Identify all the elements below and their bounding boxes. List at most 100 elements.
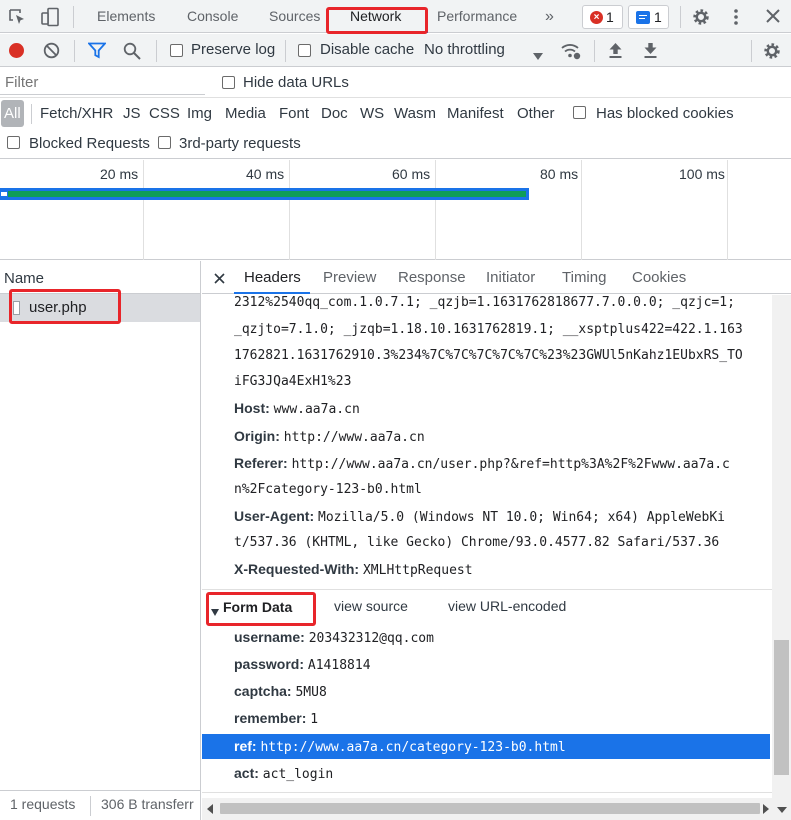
request-details: Headers Preview Response Initiator Timin… [202, 261, 791, 820]
import-har-icon[interactable] [608, 42, 623, 59]
record-icon[interactable] [9, 43, 24, 58]
message-count-badge[interactable]: 1 [628, 5, 669, 29]
name-header-label: Name [4, 270, 45, 287]
form-value: 5MU8 [295, 685, 327, 700]
header-x-requested-with: X-Requested-With: XMLHttpRequest [234, 561, 473, 578]
chevron-down-icon[interactable] [533, 47, 543, 60]
form-key: ref: [234, 738, 257, 754]
tab-elements[interactable]: Elements [97, 0, 155, 33]
timeline-overview[interactable]: 20 ms 40 ms 60 ms 80 ms 100 ms [0, 160, 791, 260]
request-count: 1 requests [10, 796, 76, 812]
header-value: http://www.aa7a.cn/user.php?&ref=http%3A… [291, 457, 730, 472]
timeline-bar-download [0, 191, 526, 197]
scroll-right-arrow-icon[interactable] [763, 804, 769, 814]
tab-response[interactable]: Response [398, 261, 466, 294]
timeline-gridline [289, 160, 290, 260]
disable-cache-label: Disable cache [320, 41, 415, 58]
hide-data-urls-checkbox[interactable] [222, 76, 235, 89]
type-filter-css[interactable]: CSS [149, 105, 180, 122]
view-url-encoded-link[interactable]: view URL-encoded [448, 598, 566, 614]
header-value: www.aa7a.cn [273, 402, 360, 417]
preserve-log-checkbox[interactable] [170, 44, 183, 57]
filter-bar: Hide data URLs [0, 68, 791, 98]
header-referer: Referer: http://www.aa7a.cn/user.php?&re… [234, 455, 730, 472]
filter-input[interactable] [0, 71, 205, 95]
clear-icon[interactable] [43, 42, 60, 59]
network-status-bar: 1 requests 306 B transferr [0, 790, 201, 820]
type-filter-all[interactable]: All [4, 105, 21, 122]
form-field-password: password: A1418814 [234, 656, 371, 673]
message-count: 1 [654, 9, 662, 25]
header-value-wrap: t/537.36 (KHTML, like Gecko) Chrome/93.0… [234, 535, 720, 550]
tab-sources[interactable]: Sources [269, 0, 320, 33]
tab-headers[interactable]: Headers [244, 261, 301, 294]
type-filter-ws[interactable]: WS [360, 105, 384, 122]
form-field-username: username: 203432312@qq.com [234, 629, 434, 646]
header-origin: Origin: http://www.aa7a.cn [234, 428, 425, 445]
type-filter-fetch-xhr[interactable]: Fetch/XHR [40, 105, 113, 122]
cookie-value-line: 2312%2540qq_com.1.0.7.1; _qzjb=1.1631762… [234, 295, 735, 310]
type-filter-doc[interactable]: Doc [321, 105, 348, 122]
search-icon[interactable] [123, 42, 141, 60]
type-filter-wasm[interactable]: Wasm [394, 105, 436, 122]
type-filter-img[interactable]: Img [187, 105, 212, 122]
tab-cookies[interactable]: Cookies [632, 261, 686, 294]
close-details-icon[interactable] [214, 271, 225, 284]
error-icon: × [590, 11, 603, 24]
header-value-wrap: n%2Fcategory-123-b0.html [234, 482, 422, 497]
timeline-bar-start [0, 191, 8, 197]
has-blocked-cookies-checkbox[interactable] [573, 106, 586, 119]
type-filter-js[interactable]: JS [123, 105, 141, 122]
error-count-badge[interactable]: × 1 [582, 5, 623, 29]
form-field-ref-selected[interactable]: ref: http://www.aa7a.cn/category-123-b0.… [202, 734, 770, 759]
close-devtools-icon[interactable] [766, 9, 780, 23]
error-count: 1 [606, 9, 614, 25]
view-source-link[interactable]: view source [334, 598, 408, 614]
hide-data-urls-label: Hide data URLs [243, 74, 349, 91]
tab-headers-underline [234, 292, 310, 294]
network-conditions-icon[interactable] [561, 42, 581, 60]
horizontal-scrollbar[interactable] [202, 798, 772, 820]
section-divider [202, 589, 772, 590]
scroll-down-arrow-icon[interactable] [777, 807, 787, 813]
request-list: Name user.php [0, 261, 201, 820]
timeline-tick-label: 60 ms [392, 166, 431, 182]
message-icon [636, 11, 650, 24]
tab-initiator[interactable]: Initiator [486, 261, 535, 294]
settings-gear-icon[interactable] [691, 7, 711, 27]
type-filter-other[interactable]: Other [517, 105, 555, 122]
throttling-select[interactable]: No throttling [424, 41, 505, 58]
tab-console[interactable]: Console [187, 0, 238, 33]
type-filter-font[interactable]: Font [279, 105, 309, 122]
form-value: A1418814 [307, 658, 371, 673]
tab-performance[interactable]: Performance [437, 0, 517, 33]
device-toolbar-icon[interactable] [40, 7, 60, 27]
inspect-element-icon[interactable] [8, 8, 26, 26]
details-scrollbar[interactable] [772, 295, 791, 820]
timeline-gridline [727, 160, 728, 260]
transferred-size: 306 B transferr [101, 796, 194, 812]
header-value: Mozilla/5.0 (Windows NT 10.0; Win64; x64… [318, 510, 726, 525]
network-settings-gear-icon[interactable] [762, 41, 782, 61]
type-filter-media[interactable]: Media [225, 105, 266, 122]
annotation-box [326, 7, 428, 34]
tab-timing[interactable]: Timing [562, 261, 606, 294]
scroll-left-arrow-icon[interactable] [207, 804, 213, 814]
export-har-icon[interactable] [643, 42, 658, 59]
blocked-filter-bar: Blocked Requests 3rd-party requests [0, 129, 791, 159]
more-options-icon[interactable] [733, 8, 739, 26]
disable-cache-checkbox[interactable] [298, 44, 311, 57]
form-value: 1 [310, 712, 319, 727]
timeline-tick-label: 80 ms [540, 166, 579, 182]
blocked-requests-checkbox[interactable] [7, 136, 20, 149]
form-value: 203432312@qq.com [308, 631, 434, 646]
filter-icon[interactable] [86, 42, 108, 59]
more-tabs-button[interactable]: » [545, 0, 554, 33]
header-value: http://www.aa7a.cn [283, 430, 425, 445]
scrollbar-thumb[interactable] [774, 640, 789, 775]
tab-preview[interactable]: Preview [323, 261, 376, 294]
type-filter-manifest[interactable]: Manifest [447, 105, 504, 122]
third-party-checkbox[interactable] [158, 136, 171, 149]
timeline-tick-label: 40 ms [246, 166, 285, 182]
horizontal-scrollbar-thumb[interactable] [220, 803, 760, 814]
